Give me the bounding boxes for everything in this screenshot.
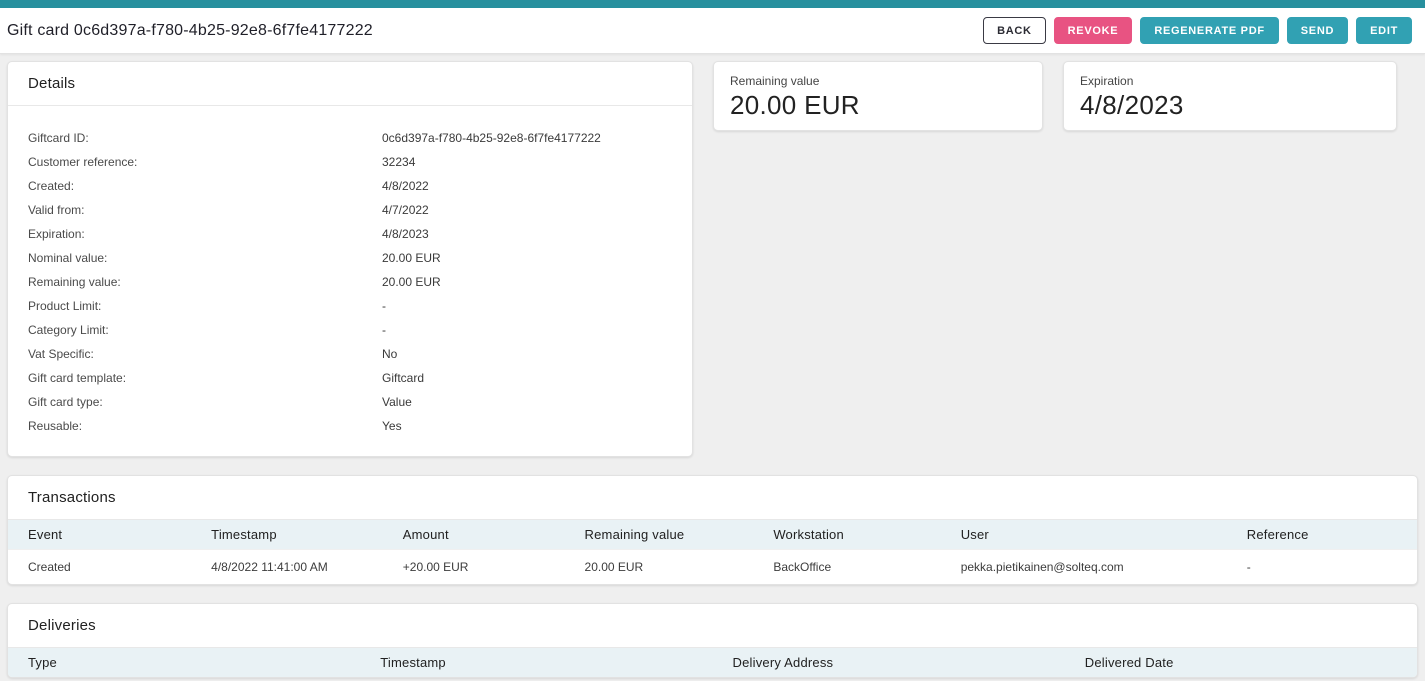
detail-row-vat-specific: Vat Specific: No [8, 342, 692, 366]
transaction-workstation-cell: BackOffice [753, 550, 940, 585]
detail-row-reusable: Reusable: Yes [8, 414, 692, 438]
detail-label: Category Limit: [28, 323, 382, 337]
column-header-type: Type [8, 648, 360, 677]
detail-value: 4/8/2023 [382, 227, 692, 241]
detail-row-remaining-value: Remaining value: 20.00 EUR [8, 270, 692, 294]
transaction-timestamp-cell: 4/8/2022 11:41:00 AM [191, 550, 383, 585]
deliveries-title: Deliveries [28, 617, 96, 634]
detail-value: Yes [382, 419, 692, 433]
column-header-delivery-address: Delivery Address [713, 648, 1065, 677]
details-card-header: Details [8, 62, 692, 106]
detail-value: No [382, 347, 692, 361]
column-header-remaining-value: Remaining value [565, 520, 754, 550]
detail-label: Product Limit: [28, 299, 382, 313]
detail-row-valid-from: Valid from: 4/7/2022 [8, 198, 692, 222]
page-title: Gift card 0c6d397a-f780-4b25-92e8-6f7fe4… [7, 22, 983, 40]
detail-label: Expiration: [28, 227, 382, 241]
transaction-event-cell: Created [8, 550, 191, 585]
detail-row-category-limit: Category Limit: - [8, 318, 692, 342]
detail-label: Giftcard ID: [28, 131, 382, 145]
stat-label: Expiration [1080, 74, 1380, 88]
detail-value: 0c6d397a-f780-4b25-92e8-6f7fe4177222 [382, 131, 692, 145]
details-title: Details [28, 75, 75, 92]
detail-row-expiration: Expiration: 4/8/2023 [8, 222, 692, 246]
detail-row-nominal-value: Nominal value: 20.00 EUR [8, 246, 692, 270]
transactions-table: Event Timestamp Amount Remaining value W… [8, 520, 1417, 584]
transactions-header-row: Event Timestamp Amount Remaining value W… [8, 520, 1417, 550]
detail-value: Value [382, 395, 692, 409]
send-button[interactable]: SEND [1287, 17, 1348, 44]
detail-label: Remaining value: [28, 275, 382, 289]
revoke-button[interactable]: REVOKE [1054, 17, 1133, 44]
details-field-list: Giftcard ID: 0c6d397a-f780-4b25-92e8-6f7… [8, 106, 692, 456]
edit-button[interactable]: EDIT [1356, 17, 1412, 44]
detail-value: 20.00 EUR [382, 275, 692, 289]
detail-value: Giftcard [382, 371, 692, 385]
column-header-user: User [941, 520, 1227, 550]
stat-label: Remaining value [730, 74, 1026, 88]
detail-label: Vat Specific: [28, 347, 382, 361]
deliveries-table: Type Timestamp Delivery Address Delivere… [8, 648, 1417, 677]
column-header-timestamp: Timestamp [191, 520, 383, 550]
top-accent-bar [0, 0, 1425, 8]
remaining-value-stat-card: Remaining value 20.00 EUR [713, 61, 1043, 131]
expiration-stat-card: Expiration 4/8/2023 [1063, 61, 1397, 131]
transaction-amount-cell: +20.00 EUR [383, 550, 565, 585]
page-header: Gift card 0c6d397a-f780-4b25-92e8-6f7fe4… [0, 8, 1425, 54]
page-content: Details Giftcard ID: 0c6d397a-f780-4b25-… [0, 54, 1425, 681]
detail-label: Gift card template: [28, 371, 382, 385]
column-header-timestamp: Timestamp [360, 648, 712, 677]
back-button[interactable]: BACK [983, 17, 1046, 44]
regenerate-pdf-button[interactable]: REGENERATE PDF [1140, 17, 1278, 44]
transactions-card: Transactions Event Timestamp Amount Rema… [7, 475, 1418, 585]
detail-value: 32234 [382, 155, 692, 169]
header-actions: BACK REVOKE REGENERATE PDF SEND EDIT [983, 17, 1412, 44]
detail-label: Customer reference: [28, 155, 382, 169]
column-header-amount: Amount [383, 520, 565, 550]
detail-row-gift-card-type: Gift card type: Value [8, 390, 692, 414]
detail-label: Reusable: [28, 419, 382, 433]
transaction-reference-cell: - [1227, 550, 1417, 585]
detail-row-created: Created: 4/8/2022 [8, 174, 692, 198]
transaction-user-cell: pekka.pietikainen@solteq.com [941, 550, 1227, 585]
detail-row-product-limit: Product Limit: - [8, 294, 692, 318]
detail-label: Nominal value: [28, 251, 382, 265]
column-header-event: Event [8, 520, 191, 550]
detail-label: Gift card type: [28, 395, 382, 409]
stat-value: 20.00 EUR [730, 90, 1026, 121]
detail-row-giftcard-id: Giftcard ID: 0c6d397a-f780-4b25-92e8-6f7… [8, 126, 692, 150]
detail-value: 4/8/2022 [382, 179, 692, 193]
detail-row-gift-card-template: Gift card template: Giftcard [8, 366, 692, 390]
stat-cards-row: Remaining value 20.00 EUR Expiration 4/8… [693, 61, 1418, 131]
deliveries-card: Deliveries Type Timestamp Delivery Addre… [7, 603, 1418, 678]
deliveries-header-row: Type Timestamp Delivery Address Delivere… [8, 648, 1417, 677]
detail-value: - [382, 323, 692, 337]
transactions-title: Transactions [28, 489, 116, 506]
detail-value: - [382, 299, 692, 313]
transaction-remaining-value-cell: 20.00 EUR [565, 550, 754, 585]
detail-value: 4/7/2022 [382, 203, 692, 217]
detail-row-customer-reference: Customer reference: 32234 [8, 150, 692, 174]
column-header-workstation: Workstation [753, 520, 940, 550]
detail-value: 20.00 EUR [382, 251, 692, 265]
details-card: Details Giftcard ID: 0c6d397a-f780-4b25-… [7, 61, 693, 457]
transaction-row[interactable]: Created 4/8/2022 11:41:00 AM +20.00 EUR … [8, 550, 1417, 585]
detail-label: Created: [28, 179, 382, 193]
detail-label: Valid from: [28, 203, 382, 217]
column-header-delivered-date: Delivered Date [1065, 648, 1417, 677]
column-header-reference: Reference [1227, 520, 1417, 550]
transactions-card-header: Transactions [8, 476, 1417, 520]
deliveries-card-header: Deliveries [8, 604, 1417, 648]
stat-value: 4/8/2023 [1080, 90, 1380, 121]
